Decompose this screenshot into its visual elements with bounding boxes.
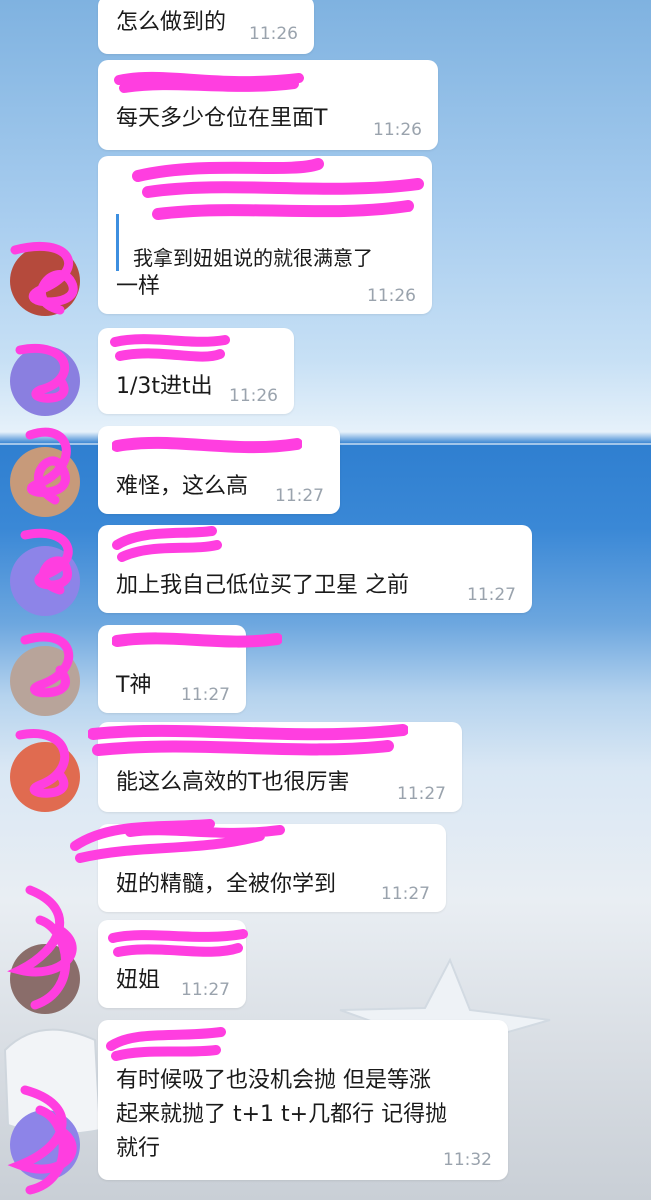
avatar[interactable]	[10, 246, 80, 316]
redaction-scribble	[108, 929, 248, 957]
avatar[interactable]	[10, 742, 80, 812]
message-time: 11:32	[443, 1150, 492, 1170]
message-bubble[interactable]: 妞的精髓，全被你学到 11:27	[70, 819, 446, 912]
redaction-scribble	[110, 334, 230, 362]
redaction-scribble	[112, 436, 302, 454]
message-text: 1/3t进t出	[116, 374, 213, 399]
message-time: 11:26	[229, 386, 278, 406]
message-bubble[interactable]: 妞姐 11:27	[98, 920, 248, 1008]
message-bubble[interactable]: 1/3t进t出 11:26	[98, 328, 294, 414]
avatar[interactable]	[10, 447, 80, 517]
avatar[interactable]	[10, 546, 80, 616]
avatar[interactable]	[10, 646, 80, 716]
message-bubble[interactable]: 有时候吸了也没机会抛 但是等涨 起来就抛了 t+1 t+几都行 记得抛 就行 1…	[98, 1020, 508, 1180]
message-time: 11:26	[373, 120, 422, 140]
message-text: 怎么做到的	[116, 10, 227, 35]
message-bubble[interactable]: 难怪，这么高 11:27	[98, 426, 340, 514]
message-text: 能这么高效的T也很厉害	[116, 770, 350, 795]
message-time: 11:27	[181, 980, 230, 1000]
message-bubble[interactable]: 加上我自己低位买了卫星 之前 11:27	[98, 525, 532, 613]
message-time: 11:27	[397, 784, 446, 804]
redaction-scribble	[114, 71, 304, 93]
message-bubble[interactable]: 能这么高效的T也很厉害 11:27	[88, 722, 462, 812]
message-text: 妞的精髓，全被你学到	[116, 872, 337, 897]
avatar[interactable]	[10, 944, 80, 1014]
redaction-scribble	[106, 1027, 226, 1061]
message-bubble[interactable]: T神 11:27	[98, 625, 282, 713]
redaction-scribble	[88, 724, 408, 756]
redaction-scribble	[70, 819, 285, 863]
message-time: 11:27	[381, 884, 430, 904]
message-text: T神	[116, 673, 152, 698]
message-text: 有时候吸了也没机会抛 但是等涨 起来就抛了 t+1 t+几都行 记得抛 就行	[116, 1068, 448, 1161]
message-bubble-reply[interactable]: 我拿到妞姐说的就很满意了 一样 11:26	[98, 156, 432, 314]
message-text: 加上我自己低位买了卫星 之前	[116, 573, 409, 598]
redaction-scribble	[112, 526, 222, 562]
quoted-message[interactable]: 我拿到妞姐说的就很满意了	[116, 214, 433, 271]
quoted-text: 我拿到妞姐说的就很满意了	[133, 246, 373, 270]
message-time: 11:27	[467, 585, 516, 605]
message-text: 妞姐	[116, 968, 161, 993]
quoted-sender	[133, 214, 433, 238]
message-time: 11:27	[275, 486, 324, 506]
message-text: 每天多少仓位在里面T	[116, 106, 328, 131]
redaction-scribble	[112, 632, 282, 648]
message-bubble[interactable]: 怎么做到的 11:26	[98, 0, 314, 54]
message-bubble[interactable]: 每天多少仓位在里面T 11:26	[98, 60, 438, 150]
message-time: 11:26	[367, 286, 416, 306]
message-text: 一样	[116, 274, 161, 299]
message-text: 难怪，这么高	[116, 474, 249, 499]
avatar[interactable]	[10, 346, 80, 416]
avatar[interactable]	[10, 1110, 80, 1180]
message-time: 11:27	[181, 685, 230, 705]
message-time: 11:26	[249, 24, 298, 44]
